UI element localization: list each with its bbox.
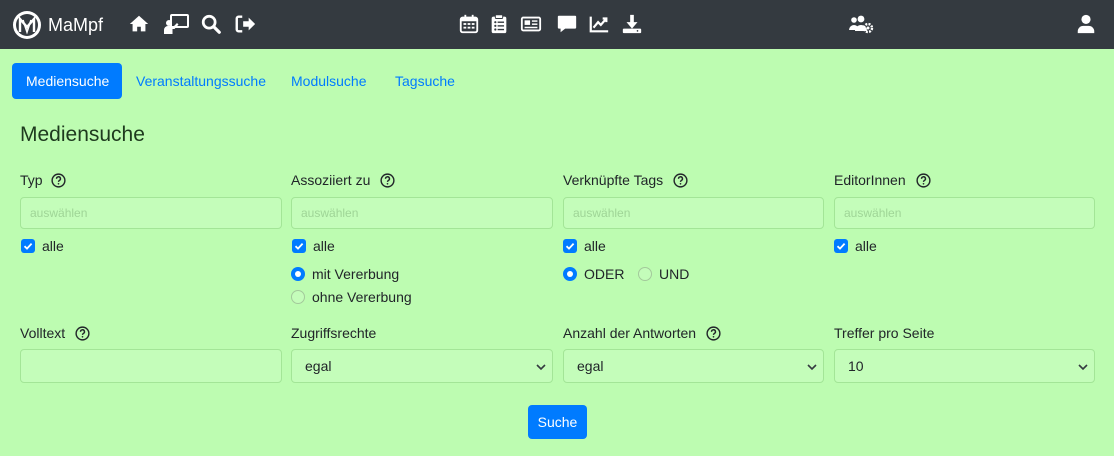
top-navbar: MaMpf	[0, 0, 1114, 49]
radio-selected[interactable]	[291, 267, 305, 281]
tags-all-label: alle	[584, 238, 606, 254]
mampf-logo-icon	[13, 11, 41, 39]
checkmark-icon[interactable]	[563, 239, 577, 253]
typ-all-label: alle	[42, 238, 64, 254]
mit-vererbung-radio[interactable]: mit Vererbung	[291, 266, 399, 282]
calendar-icon[interactable]	[458, 13, 480, 35]
mit-vererbung-label: mit Vererbung	[312, 266, 400, 282]
chevron-down-icon	[807, 364, 817, 371]
zugriff-label: Zugriffsrechte	[291, 325, 377, 341]
radio-selected[interactable]	[563, 267, 577, 281]
question-circle-icon[interactable]	[50, 172, 66, 188]
question-circle-icon[interactable]	[380, 172, 395, 188]
search-icon[interactable]	[200, 13, 222, 35]
newspaper-icon[interactable]	[520, 13, 542, 35]
volltext-input[interactable]	[20, 349, 282, 383]
typ-select-input[interactable]: auswählen	[20, 197, 282, 229]
question-circle-icon[interactable]	[75, 325, 90, 341]
zugriff-select[interactable]: egal	[291, 349, 553, 383]
assoziiert-all-label: alle	[313, 238, 335, 254]
tags-label-text: Verknüpfte Tags	[563, 172, 664, 188]
treffer-label: Treffer pro Seite	[834, 325, 935, 341]
tab-veranstaltungssuche[interactable]: Veranstaltungssuche	[136, 63, 266, 99]
checkmark-icon[interactable]	[834, 239, 848, 253]
brand-link[interactable]: MaMpf	[12, 10, 103, 40]
treffer-select-value: 10	[848, 358, 864, 374]
tags-label: Verknüpfte Tags	[563, 172, 688, 188]
editors-all-checkbox[interactable]: alle	[834, 238, 877, 254]
treffer-select[interactable]: 10	[834, 349, 1095, 383]
editors-label: EditorInnen	[834, 172, 931, 188]
zugriff-select-value: egal	[305, 358, 332, 374]
antworten-select-value: egal	[577, 358, 604, 374]
assoziiert-label: Assoziiert zu	[291, 172, 395, 188]
tab-modulsuche[interactable]: Modulsuche	[291, 63, 367, 99]
comment-icon[interactable]	[556, 13, 578, 35]
checkmark-icon[interactable]	[21, 239, 35, 253]
tags-and-label: UND	[659, 266, 690, 282]
antworten-select[interactable]: egal	[563, 349, 824, 383]
search-button[interactable]: Suche	[528, 405, 587, 439]
typ-all-checkbox[interactable]: alle	[21, 238, 64, 254]
antworten-label-text: Anzahl der Antworten	[563, 325, 697, 341]
typ-label-text: Typ	[20, 172, 43, 188]
tab-mediensuche[interactable]: Mediensuche	[12, 63, 122, 99]
chevron-down-icon	[1078, 364, 1088, 371]
tags-or-label: ODER	[584, 266, 625, 282]
editors-label-text: EditorInnen	[834, 172, 906, 188]
download-icon[interactable]	[621, 13, 643, 35]
tags-select-input[interactable]: auswählen	[563, 197, 824, 229]
typ-label: Typ	[20, 172, 66, 188]
editors-select-input[interactable]: auswählen	[834, 197, 1095, 229]
radio-unselected[interactable]	[638, 267, 652, 281]
logout-icon[interactable]	[234, 13, 256, 35]
chart-line-icon[interactable]	[588, 13, 610, 35]
editors-all-label: alle	[855, 238, 877, 254]
tab-tagsuche[interactable]: Tagsuche	[395, 63, 455, 99]
page-title: Mediensuche	[20, 123, 145, 146]
radio-unselected[interactable]	[291, 290, 305, 304]
checkmark-icon[interactable]	[292, 239, 306, 253]
volltext-label-text: Volltext	[20, 325, 66, 341]
volltext-label: Volltext	[20, 325, 90, 341]
assoziiert-label-text: Assoziiert zu	[291, 172, 371, 188]
question-circle-icon[interactable]	[916, 172, 931, 188]
question-circle-icon[interactable]	[673, 172, 688, 188]
home-icon[interactable]	[128, 13, 150, 35]
chevron-down-icon	[536, 364, 546, 371]
tags-and-radio[interactable]: UND	[638, 266, 689, 282]
tags-all-checkbox[interactable]: alle	[563, 238, 606, 254]
tags-or-radio[interactable]: ODER	[563, 266, 624, 282]
ohne-vererbung-radio[interactable]: ohne Vererbung	[291, 289, 412, 305]
assoziiert-all-checkbox[interactable]: alle	[292, 238, 335, 254]
question-circle-icon[interactable]	[706, 325, 721, 341]
ohne-vererbung-label: ohne Vererbung	[312, 289, 412, 305]
assoziiert-select-input[interactable]: auswählen	[291, 197, 553, 229]
clipboard-icon[interactable]	[488, 13, 510, 35]
antworten-label: Anzahl der Antworten	[563, 325, 721, 341]
brand-name: MaMpf	[48, 14, 104, 35]
users-cog-icon[interactable]	[848, 13, 874, 35]
user-icon[interactable]	[1075, 13, 1097, 35]
lecture-board-icon[interactable]	[164, 13, 190, 35]
